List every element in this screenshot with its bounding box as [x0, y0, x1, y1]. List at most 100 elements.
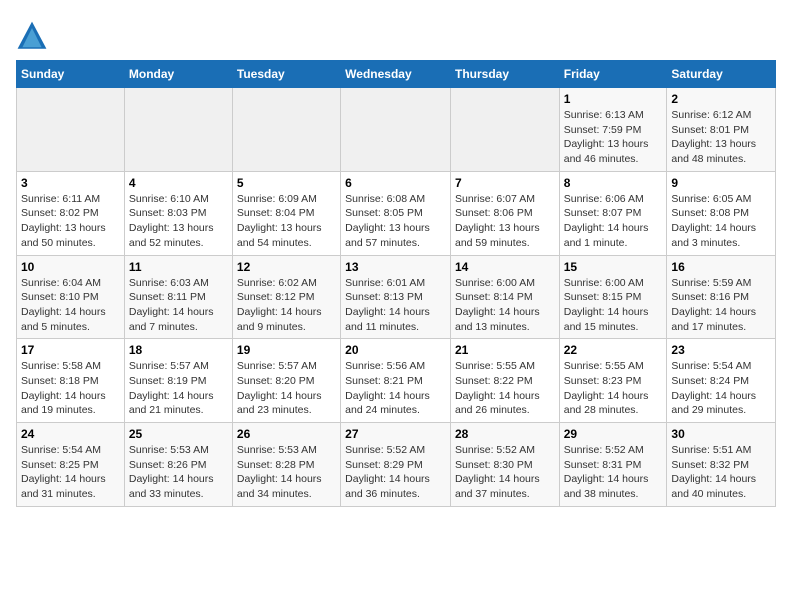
- calendar: SundayMondayTuesdayWednesdayThursdayFrid…: [16, 60, 776, 507]
- day-info: Sunrise: 5:53 AM Sunset: 8:26 PM Dayligh…: [129, 443, 228, 502]
- calendar-cell: 4 Sunrise: 6:10 AM Sunset: 8:03 PM Daylig…: [124, 171, 232, 255]
- day-info: Sunrise: 6:13 AM Sunset: 7:59 PM Dayligh…: [564, 108, 663, 167]
- day-number: 4: [129, 176, 228, 190]
- day-info: Sunrise: 5:51 AM Sunset: 8:32 PM Dayligh…: [671, 443, 771, 502]
- calendar-week-row: 10Sunrise: 6:04 AM Sunset: 8:10 PM Dayli…: [17, 255, 776, 339]
- logo: [16, 20, 52, 52]
- day-info: Sunrise: 6:03 AM Sunset: 8:11 PM Dayligh…: [129, 276, 228, 335]
- calendar-cell: 1 Sunrise: 6:13 AM Sunset: 7:59 PM Daylig…: [559, 88, 667, 172]
- calendar-cell: 28 Sunrise: 5:52 AM Sunset: 8:30 PM Dayli…: [450, 423, 559, 507]
- day-number: 12: [237, 260, 336, 274]
- day-number: 8: [564, 176, 663, 190]
- calendar-cell: [450, 88, 559, 172]
- day-info: Sunrise: 5:52 AM Sunset: 8:29 PM Dayligh…: [345, 443, 446, 502]
- day-number: 6: [345, 176, 446, 190]
- calendar-cell: 30 Sunrise: 5:51 AM Sunset: 8:32 PM Dayli…: [667, 423, 776, 507]
- day-info: Sunrise: 5:58 AM Sunset: 8:18 PM Dayligh…: [21, 359, 120, 418]
- day-number: 7: [455, 176, 555, 190]
- day-number: 22: [564, 343, 663, 357]
- calendar-week-row: 3 Sunrise: 6:11 AM Sunset: 8:02 PM Daylig…: [17, 171, 776, 255]
- day-number: 14: [455, 260, 555, 274]
- day-number: 24: [21, 427, 120, 441]
- calendar-cell: 17 Sunrise: 5:58 AM Sunset: 8:18 PM Dayli…: [17, 339, 125, 423]
- day-number: 27: [345, 427, 446, 441]
- calendar-cell: 3 Sunrise: 6:11 AM Sunset: 8:02 PM Daylig…: [17, 171, 125, 255]
- day-number: 28: [455, 427, 555, 441]
- calendar-cell: 9 Sunrise: 6:05 AM Sunset: 8:08 PM Daylig…: [667, 171, 776, 255]
- calendar-cell: 15Sunrise: 6:00 AM Sunset: 8:15 PM Dayli…: [559, 255, 667, 339]
- header: [16, 16, 776, 52]
- day-info: Sunrise: 5:52 AM Sunset: 8:31 PM Dayligh…: [564, 443, 663, 502]
- calendar-week-row: 17 Sunrise: 5:58 AM Sunset: 8:18 PM Dayli…: [17, 339, 776, 423]
- day-number: 13: [345, 260, 446, 274]
- logo-icon: [16, 20, 48, 52]
- day-info: Sunrise: 6:09 AM Sunset: 8:04 PM Dayligh…: [237, 192, 336, 251]
- calendar-week-row: 24 Sunrise: 5:54 AM Sunset: 8:25 PM Dayli…: [17, 423, 776, 507]
- calendar-header-row: SundayMondayTuesdayWednesdayThursdayFrid…: [17, 61, 776, 88]
- weekday-header-thursday: Thursday: [450, 61, 559, 88]
- day-number: 10: [21, 260, 120, 274]
- day-info: Sunrise: 5:56 AM Sunset: 8:21 PM Dayligh…: [345, 359, 446, 418]
- calendar-cell: 2Sunrise: 6:12 AM Sunset: 8:01 PM Daylig…: [667, 88, 776, 172]
- day-info: Sunrise: 6:08 AM Sunset: 8:05 PM Dayligh…: [345, 192, 446, 251]
- day-number: 23: [671, 343, 771, 357]
- calendar-cell: 10Sunrise: 6:04 AM Sunset: 8:10 PM Dayli…: [17, 255, 125, 339]
- day-info: Sunrise: 5:54 AM Sunset: 8:24 PM Dayligh…: [671, 359, 771, 418]
- calendar-cell: 27 Sunrise: 5:52 AM Sunset: 8:29 PM Dayli…: [341, 423, 451, 507]
- calendar-cell: 22 Sunrise: 5:55 AM Sunset: 8:23 PM Dayli…: [559, 339, 667, 423]
- weekday-header-saturday: Saturday: [667, 61, 776, 88]
- calendar-cell: 12 Sunrise: 6:02 AM Sunset: 8:12 PM Dayli…: [232, 255, 340, 339]
- day-number: 3: [21, 176, 120, 190]
- day-number: 11: [129, 260, 228, 274]
- day-number: 1: [564, 92, 663, 106]
- day-info: Sunrise: 6:00 AM Sunset: 8:15 PM Dayligh…: [564, 276, 663, 335]
- day-number: 21: [455, 343, 555, 357]
- day-number: 30: [671, 427, 771, 441]
- day-info: Sunrise: 6:02 AM Sunset: 8:12 PM Dayligh…: [237, 276, 336, 335]
- day-info: Sunrise: 5:57 AM Sunset: 8:20 PM Dayligh…: [237, 359, 336, 418]
- calendar-cell: 11 Sunrise: 6:03 AM Sunset: 8:11 PM Dayli…: [124, 255, 232, 339]
- day-number: 5: [237, 176, 336, 190]
- day-info: Sunrise: 6:10 AM Sunset: 8:03 PM Dayligh…: [129, 192, 228, 251]
- day-info: Sunrise: 6:06 AM Sunset: 8:07 PM Dayligh…: [564, 192, 663, 251]
- day-info: Sunrise: 5:53 AM Sunset: 8:28 PM Dayligh…: [237, 443, 336, 502]
- calendar-cell: [17, 88, 125, 172]
- day-number: 26: [237, 427, 336, 441]
- calendar-cell: 5 Sunrise: 6:09 AM Sunset: 8:04 PM Daylig…: [232, 171, 340, 255]
- day-number: 2: [671, 92, 771, 106]
- weekday-header-friday: Friday: [559, 61, 667, 88]
- calendar-cell: 8 Sunrise: 6:06 AM Sunset: 8:07 PM Daylig…: [559, 171, 667, 255]
- calendar-cell: [341, 88, 451, 172]
- weekday-header-wednesday: Wednesday: [341, 61, 451, 88]
- day-number: 18: [129, 343, 228, 357]
- calendar-cell: 7Sunrise: 6:07 AM Sunset: 8:06 PM Daylig…: [450, 171, 559, 255]
- day-number: 17: [21, 343, 120, 357]
- day-info: Sunrise: 6:00 AM Sunset: 8:14 PM Dayligh…: [455, 276, 555, 335]
- calendar-cell: 21 Sunrise: 5:55 AM Sunset: 8:22 PM Dayli…: [450, 339, 559, 423]
- day-number: 20: [345, 343, 446, 357]
- calendar-cell: 24 Sunrise: 5:54 AM Sunset: 8:25 PM Dayli…: [17, 423, 125, 507]
- calendar-cell: 29Sunrise: 5:52 AM Sunset: 8:31 PM Dayli…: [559, 423, 667, 507]
- day-number: 9: [671, 176, 771, 190]
- weekday-header-monday: Monday: [124, 61, 232, 88]
- day-number: 19: [237, 343, 336, 357]
- day-info: Sunrise: 6:05 AM Sunset: 8:08 PM Dayligh…: [671, 192, 771, 251]
- calendar-cell: 26 Sunrise: 5:53 AM Sunset: 8:28 PM Dayli…: [232, 423, 340, 507]
- calendar-cell: 18Sunrise: 5:57 AM Sunset: 8:19 PM Dayli…: [124, 339, 232, 423]
- calendar-cell: 16 Sunrise: 5:59 AM Sunset: 8:16 PM Dayli…: [667, 255, 776, 339]
- day-info: Sunrise: 6:01 AM Sunset: 8:13 PM Dayligh…: [345, 276, 446, 335]
- day-number: 25: [129, 427, 228, 441]
- day-number: 16: [671, 260, 771, 274]
- calendar-week-row: 1 Sunrise: 6:13 AM Sunset: 7:59 PM Daylig…: [17, 88, 776, 172]
- day-info: Sunrise: 6:11 AM Sunset: 8:02 PM Dayligh…: [21, 192, 120, 251]
- calendar-cell: 13 Sunrise: 6:01 AM Sunset: 8:13 PM Dayli…: [341, 255, 451, 339]
- day-info: Sunrise: 5:59 AM Sunset: 8:16 PM Dayligh…: [671, 276, 771, 335]
- day-info: Sunrise: 5:54 AM Sunset: 8:25 PM Dayligh…: [21, 443, 120, 502]
- calendar-cell: [232, 88, 340, 172]
- day-info: Sunrise: 5:55 AM Sunset: 8:22 PM Dayligh…: [455, 359, 555, 418]
- calendar-cell: 6 Sunrise: 6:08 AM Sunset: 8:05 PM Daylig…: [341, 171, 451, 255]
- day-info: Sunrise: 5:52 AM Sunset: 8:30 PM Dayligh…: [455, 443, 555, 502]
- weekday-header-tuesday: Tuesday: [232, 61, 340, 88]
- calendar-cell: 23 Sunrise: 5:54 AM Sunset: 8:24 PM Dayli…: [667, 339, 776, 423]
- day-info: Sunrise: 5:55 AM Sunset: 8:23 PM Dayligh…: [564, 359, 663, 418]
